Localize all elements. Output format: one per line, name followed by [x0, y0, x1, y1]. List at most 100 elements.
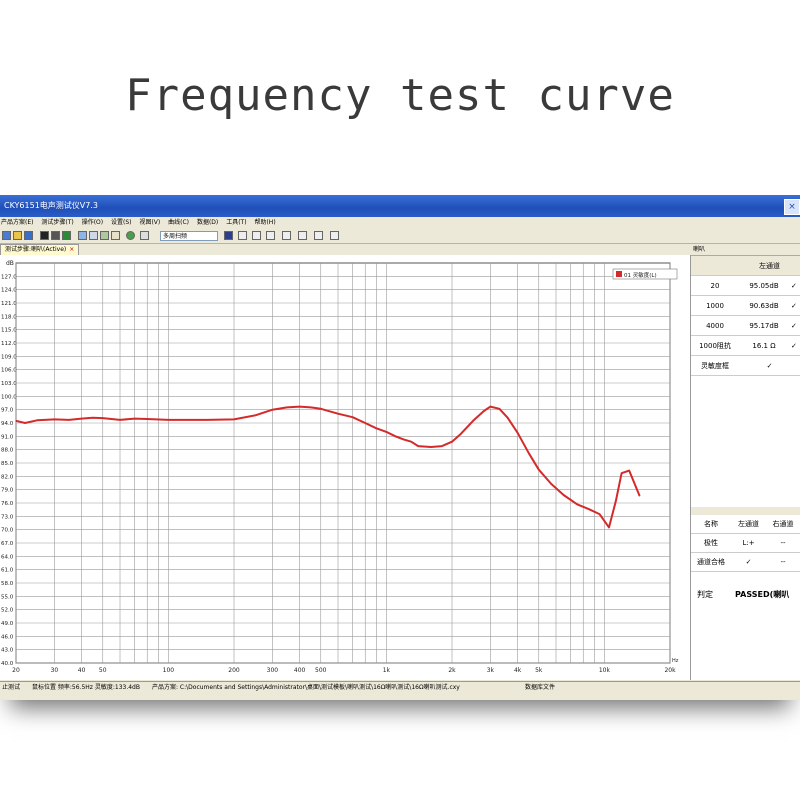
zoom-icon[interactable] [298, 231, 307, 240]
status-state: 止测试 [2, 684, 21, 691]
data-point [639, 495, 641, 497]
y-tick-label: 49.0 [1, 621, 14, 627]
paste-icon[interactable] [89, 231, 98, 240]
sweep-mode-select[interactable]: 多周扫频 [160, 231, 218, 241]
result-row[interactable]: 20 95.05dB ✓ [691, 275, 800, 296]
data-point [441, 445, 443, 447]
data-point [538, 469, 540, 471]
run-icon[interactable] [62, 231, 71, 240]
result-value: 95.17dB [739, 315, 789, 336]
result-row[interactable]: 1000阻抗 16.1 Ω ✓ [691, 335, 800, 356]
menu-item-product[interactable]: 产品方案(E) [1, 219, 33, 226]
y-tick-label: 85.0 [1, 461, 14, 467]
data-point [608, 526, 610, 528]
y-tick-label: 61.0 [1, 568, 14, 574]
data-point [410, 441, 412, 443]
menu-item-tools[interactable]: 工具(T) [226, 219, 246, 226]
y-tick-label: 88.0 [1, 448, 14, 454]
line-style-icon[interactable] [238, 231, 247, 240]
summary-header: 左通道 [731, 515, 766, 534]
settings-icon[interactable] [111, 231, 120, 240]
chart-panel: 127.0 124.0 121.0 118.0 115.0 112.0 109.0 106.0… [0, 255, 691, 680]
x-tick-label: 500 [315, 667, 327, 674]
data-point [81, 418, 83, 420]
x-tick-label: 100 [163, 667, 175, 674]
data-point [337, 413, 339, 415]
data-point [394, 435, 396, 437]
menu-item-operate[interactable]: 操作(O) [82, 219, 103, 226]
y-tick-label: 124.0 [1, 288, 17, 294]
data-point [563, 494, 565, 496]
menu-bar: 产品方案(E) 测试步骤(T) 操作(O) 设置(S) 视图(V) 曲线(C) … [0, 217, 800, 229]
toolbar: 多周扫频 [0, 229, 800, 244]
new-icon[interactable] [2, 231, 11, 240]
x-tick-label: 2k [448, 667, 456, 674]
step-icon[interactable] [140, 231, 149, 240]
ohm-icon[interactable] [282, 231, 291, 240]
data-point [528, 452, 530, 454]
menu-item-view[interactable]: 视图(V) [139, 219, 160, 226]
x-tick-label: 200 [228, 667, 240, 674]
result-row[interactable]: 4000 95.17dB ✓ [691, 315, 800, 336]
data-point [299, 406, 301, 408]
export-icon[interactable] [330, 231, 339, 240]
check-icon: ✓ [789, 335, 800, 356]
sum-icon[interactable] [314, 231, 323, 240]
data-point [403, 438, 405, 440]
result-name: 1000阻抗 [691, 335, 739, 356]
data-point [24, 422, 26, 424]
tab-bar: 测试步骤:喇叭(Active) × [0, 244, 690, 256]
y-tick-label: 94.0 [1, 421, 14, 427]
y-tick-label: 58.0 [1, 581, 14, 587]
legend-swatch [616, 271, 622, 277]
color-icon[interactable] [224, 231, 233, 240]
y-tick-label: 103.0 [1, 381, 17, 387]
record-icon[interactable] [51, 231, 60, 240]
frequency-chart[interactable]: 127.0 124.0 121.0 118.0 115.0 112.0 109.0 106.0… [0, 255, 690, 680]
data-point [472, 420, 474, 422]
data-point [134, 418, 136, 420]
result-row[interactable]: 灵敏度框 ✓ [691, 355, 800, 376]
data-point [621, 472, 623, 474]
chart-icon[interactable] [100, 231, 109, 240]
y-tick-label: 43.0 [1, 648, 14, 654]
x-tick-label: 50 [99, 667, 107, 674]
menu-item-data[interactable]: 数据(D) [197, 219, 218, 226]
data-point [364, 422, 366, 424]
stop-icon[interactable] [40, 231, 49, 240]
open-icon[interactable] [13, 231, 22, 240]
y-tick-label: 55.0 [1, 594, 14, 600]
cursor-icon[interactable] [252, 231, 261, 240]
summary-cell: ✓ [731, 552, 766, 572]
y-tick-label: 46.0 [1, 634, 14, 640]
menu-item-help[interactable]: 帮助(H) [254, 219, 275, 226]
tab-close-icon[interactable]: × [69, 246, 74, 253]
data-point [92, 417, 94, 419]
page-heading: Frequency test curve [125, 70, 675, 121]
summary-cell: -- [766, 533, 800, 553]
result-name: 4000 [691, 315, 739, 336]
result-name: 灵敏度框 [691, 355, 739, 376]
menu-item-steps[interactable]: 测试步骤(T) [41, 219, 73, 226]
play-icon[interactable] [126, 231, 135, 240]
check-icon: ✓ [789, 295, 800, 316]
data-point [385, 431, 387, 433]
menu-item-settings[interactable]: 设置(S) [111, 219, 132, 226]
check-icon: ✓ [789, 315, 800, 336]
x-tick-label: 4k [514, 667, 522, 674]
window-title: CKY6151电声测试仪V7.3 [4, 201, 98, 210]
data-point [310, 406, 312, 408]
marker-icon[interactable] [266, 231, 275, 240]
result-row[interactable]: 1000 90.63dB ✓ [691, 295, 800, 316]
close-icon[interactable]: × [784, 199, 800, 215]
data-point [286, 406, 288, 408]
copy-icon[interactable] [78, 231, 87, 240]
data-point [36, 419, 38, 421]
menu-item-curve[interactable]: 曲线(C) [168, 219, 189, 226]
data-point [146, 418, 148, 420]
save-icon[interactable] [24, 231, 33, 240]
data-point [489, 406, 491, 408]
data-point [352, 416, 354, 418]
status-scheme: 产品方案: C:\Documents and Settings\Administ… [152, 684, 460, 691]
x-tick-label: 3k [487, 667, 495, 674]
